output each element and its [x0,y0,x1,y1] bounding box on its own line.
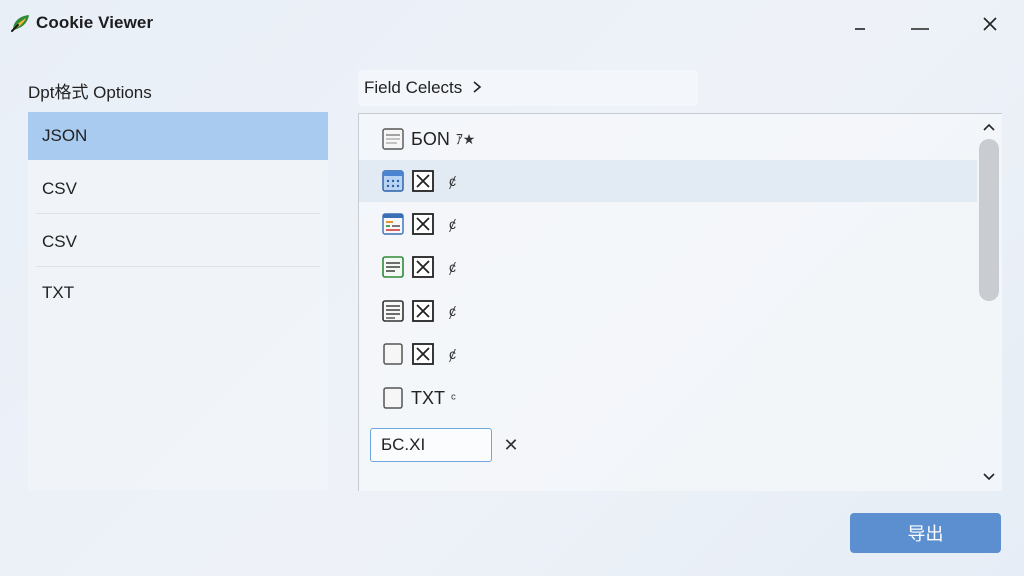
crossed-box-icon[interactable] [411,212,435,236]
field-label: БON [411,128,450,149]
field-suffix: ȼ [449,173,456,189]
export-button[interactable]: 导出 [850,513,1001,553]
chevron-right-icon [472,78,482,99]
field-suffix: ȼ [449,303,456,319]
scroll-thumb[interactable] [979,139,999,301]
format-item-txt[interactable]: TXT [28,269,328,317]
close-icon [983,17,997,31]
format-item-csv-2[interactable]: CSV [28,218,328,266]
color-list-icon [382,213,404,235]
field-row-highlighted[interactable]: ȼ [359,160,977,202]
app-logo-icon [11,15,29,32]
field-row[interactable]: ȼ [359,246,977,288]
crossed-box-icon[interactable] [411,299,435,323]
scroll-down-button[interactable] [976,467,1002,487]
green-list-icon [382,256,404,278]
format-item-json[interactable]: JSON [28,112,328,160]
divider [36,266,320,267]
field-row[interactable]: ȼ [359,290,977,332]
chevron-down-icon [983,473,995,481]
field-row[interactable]: ȼ [359,203,977,245]
crossed-box-icon[interactable] [411,169,435,193]
minimize-button[interactable] [840,10,880,38]
field-suffix: ȼ [449,216,456,232]
vertical-scrollbar[interactable] [976,113,1002,491]
divider [36,213,320,214]
document-icon [382,128,404,150]
close-icon: ✕ [503,434,519,455]
format-list: JSON CSV CSV TXT [28,112,328,490]
field-name-input[interactable] [370,428,492,462]
field-suffix: ｱ★ [455,131,476,147]
breadcrumb-label: Field Celects [364,78,463,97]
blue-table-icon [382,170,404,192]
scroll-up-button[interactable] [976,117,1002,137]
format-item-csv[interactable]: CSV [28,165,328,213]
field-label: TXT [411,387,445,408]
blank-page-icon [383,343,403,365]
window-title: Cookie Viewer [36,13,154,32]
format-panel-title: Dpt格式 Options [28,83,152,102]
crossed-box-icon[interactable] [411,342,435,366]
blank-page-icon [383,387,403,409]
field-suffix: ȼ [449,259,456,275]
field-selects-breadcrumb[interactable]: Field Celects [358,70,698,106]
clear-input-button[interactable]: ✕ [500,433,522,457]
field-suffix: ȼ [449,346,456,362]
field-row[interactable]: TXT ᶜ [359,377,977,419]
title-bar: Cookie Viewer [0,0,1024,48]
minimize-icon [855,28,865,30]
close-button[interactable] [970,10,1010,38]
maximize-button[interactable] [900,10,940,38]
field-row[interactable]: ȼ [359,333,977,375]
document-lines-icon [382,300,404,322]
maximize-icon [911,28,929,30]
field-suffix: ᶜ [451,390,456,406]
crossed-box-icon[interactable] [411,255,435,279]
field-row[interactable]: БON ｱ★ [359,118,977,160]
chevron-up-icon [983,123,995,131]
